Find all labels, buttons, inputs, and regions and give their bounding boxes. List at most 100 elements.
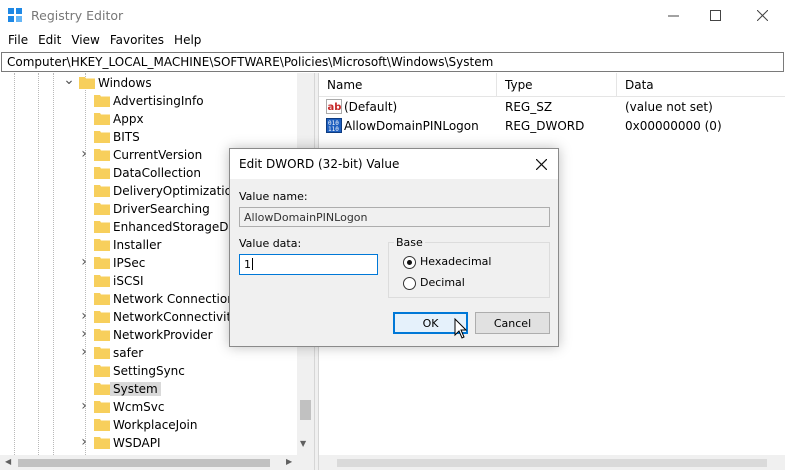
maximize-icon <box>709 10 721 21</box>
folder-icon <box>94 401 110 413</box>
tree-item-windows[interactable]: ⌄ Windows <box>0 73 297 92</box>
scroll-right-arrow-icon[interactable]: ▶ <box>286 457 292 466</box>
tree-horizontal-scroll-thumb[interactable] <box>18 459 270 467</box>
registry-editor-app-icon <box>8 8 22 22</box>
tree-item-label: CurrentVersion <box>113 148 203 162</box>
tree-item-label: BITS <box>113 130 140 144</box>
close-icon <box>756 10 768 21</box>
list-header: Name Type Data <box>319 73 785 97</box>
column-header-data[interactable]: Data <box>617 73 785 97</box>
tree-item-label: System <box>110 382 161 396</box>
menu-view[interactable]: View <box>66 31 104 51</box>
maximize-button[interactable] <box>692 0 738 31</box>
base-label: Base <box>394 236 425 249</box>
tree-item-label: WcmSvc <box>113 400 165 414</box>
cell-data: (value not set) <box>625 100 713 114</box>
folder-icon <box>94 275 110 287</box>
minimize-icon <box>667 15 679 17</box>
expand-chevron-icon[interactable]: › <box>78 327 90 341</box>
list-horizontal-scroll-thumb[interactable] <box>337 459 767 467</box>
tree-item-label: AdvertisingInfo <box>113 94 204 108</box>
expand-chevron-icon[interactable]: › <box>78 435 90 449</box>
value-data-input[interactable]: 1 <box>239 254 378 275</box>
list-horizontal-scrollbar[interactable] <box>319 455 785 470</box>
dialog-close-button[interactable] <box>529 153 553 175</box>
dword-value-icon: 010110 <box>326 118 342 133</box>
tree-item-advertisinginfo[interactable]: AdvertisingInfo <box>0 92 297 110</box>
tree-item-wcmsvc[interactable]: › WcmSvc <box>0 398 297 416</box>
expander-placeholder <box>78 418 90 430</box>
menu-edit[interactable]: Edit <box>33 31 66 51</box>
tree-item-system[interactable]: System <box>0 380 297 398</box>
expander-placeholder <box>78 130 90 142</box>
tree-item-label: Installer <box>113 238 162 252</box>
expander-placeholder <box>78 382 90 394</box>
title-bar: Registry Editor <box>0 0 785 31</box>
value-name-field: AllowDomainPINLogon <box>239 207 550 227</box>
folder-icon <box>94 203 110 215</box>
tree-item-label: WorkplaceJoin <box>113 418 198 432</box>
tree-item-label: WSDAPI <box>113 436 161 450</box>
folder-icon <box>94 293 110 305</box>
tree-item-appx[interactable]: Appx <box>0 110 297 128</box>
folder-icon <box>94 95 110 107</box>
expander-placeholder <box>78 166 90 178</box>
folder-icon <box>94 311 110 323</box>
tree-item-workplacejoin[interactable]: WorkplaceJoin <box>0 416 297 434</box>
hexadecimal-radio[interactable] <box>403 256 416 269</box>
folder-icon <box>79 77 95 89</box>
expander-placeholder <box>78 112 90 124</box>
folder-icon <box>94 149 110 161</box>
menu-help[interactable]: Help <box>169 31 206 51</box>
list-row[interactable]: ab (Default) REG_SZ (value not set) <box>319 98 785 117</box>
tree-item-wsdapi[interactable]: › WSDAPI <box>0 434 297 452</box>
tree-item-bits[interactable]: BITS <box>0 128 297 146</box>
tree-item-label: Appx <box>113 112 144 126</box>
folder-icon <box>94 383 110 395</box>
window-title: Registry Editor <box>31 8 124 23</box>
tree-item-label: safer <box>113 346 144 360</box>
tree-item-settingsync[interactable]: SettingSync <box>0 362 297 380</box>
folder-icon <box>94 221 110 233</box>
cancel-button[interactable]: Cancel <box>475 312 550 334</box>
folder-icon <box>94 239 110 251</box>
dialog-title-bar: Edit DWORD (32-bit) Value <box>230 149 558 179</box>
decimal-radio[interactable] <box>403 277 416 290</box>
close-window-button[interactable] <box>739 0 785 31</box>
column-header-name[interactable]: Name <box>319 73 497 97</box>
tree-item-label: Network Connections <box>113 292 242 306</box>
menu-file[interactable]: File <box>3 31 33 51</box>
expander-placeholder <box>78 274 90 286</box>
expander-placeholder <box>78 184 90 196</box>
base-group <box>388 242 550 298</box>
tree-item-label: NetworkProvider <box>113 328 213 342</box>
expand-chevron-icon[interactable]: › <box>78 309 90 323</box>
tree-item-label: IPSec <box>113 256 146 270</box>
address-bar[interactable]: Computer\HKEY_LOCAL_MACHINE\SOFTWARE\Pol… <box>1 52 784 72</box>
minimize-button[interactable] <box>650 0 696 31</box>
folder-icon <box>94 185 110 197</box>
tree-item-label: DeliveryOptimization <box>113 184 240 198</box>
scroll-down-arrow-icon[interactable]: ▼ <box>300 439 306 448</box>
tree-horizontal-scrollbar[interactable]: ◀ ▶ <box>0 455 314 470</box>
decimal-radio-label[interactable]: Decimal <box>420 276 465 289</box>
folder-icon <box>94 257 110 269</box>
collapse-chevron-icon[interactable]: ⌄ <box>63 73 75 88</box>
value-name-label: Value name: <box>239 190 308 203</box>
expand-chevron-icon[interactable]: › <box>78 399 90 413</box>
svg-text:110: 110 <box>328 126 339 133</box>
expand-chevron-icon[interactable]: › <box>78 345 90 359</box>
expand-chevron-icon[interactable]: › <box>78 255 90 269</box>
hexadecimal-radio-label[interactable]: Hexadecimal <box>420 255 491 268</box>
scroll-left-arrow-icon[interactable]: ◀ <box>5 457 11 466</box>
folder-icon <box>94 113 110 125</box>
expand-chevron-icon[interactable]: › <box>78 147 90 161</box>
expander-placeholder <box>78 364 90 376</box>
folder-icon <box>94 167 110 179</box>
dialog-title: Edit DWORD (32-bit) Value <box>239 157 400 171</box>
tree-vertical-scroll-thumb[interactable] <box>300 400 311 420</box>
list-row[interactable]: 010 110 AllowDomainPINLogon REG_DWORD 0x0000… <box>319 117 785 136</box>
cell-data: 0x00000000 (0) <box>625 119 722 133</box>
menu-favorites[interactable]: Favorites <box>105 31 169 51</box>
column-header-type[interactable]: Type <box>497 73 617 97</box>
